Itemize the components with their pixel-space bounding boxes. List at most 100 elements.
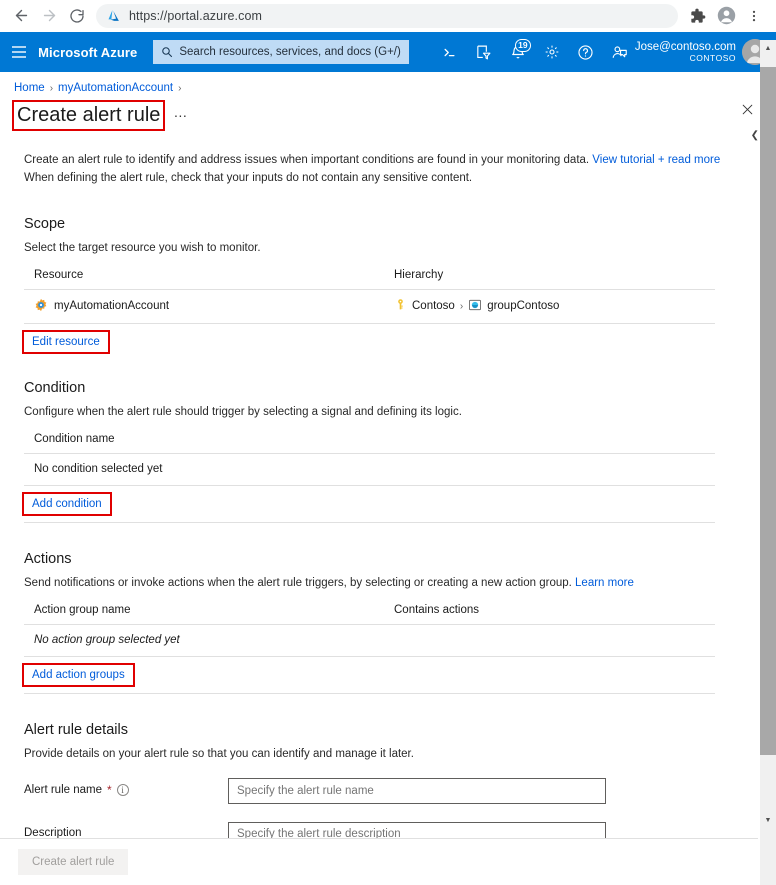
actions-table-header: Action group name Contains actions: [24, 601, 715, 625]
condition-description: Configure when the alert rule should tri…: [24, 405, 462, 418]
hierarchy-separator-icon: ›: [459, 300, 464, 312]
account-org: CONTOSO: [689, 52, 736, 63]
details-description: Provide details on your alert rule so th…: [24, 747, 414, 760]
scope-hierarchy-cell: Contoso › groupContoso: [394, 298, 715, 315]
reload-icon[interactable]: [64, 3, 90, 29]
description-label: Description: [24, 826, 82, 839]
feedback-icon[interactable]: [605, 37, 635, 67]
scope-resource-name: myAutomationAccount: [54, 300, 170, 313]
cloud-shell-icon[interactable]: [435, 37, 465, 67]
back-icon[interactable]: [8, 3, 34, 29]
page-title: Create alert rule: [11, 100, 166, 131]
search-input[interactable]: Search resources, services, and docs (G+…: [153, 40, 409, 64]
breadcrumb-separator-icon-2: ›: [178, 82, 182, 94]
breadcrumb-item-resource[interactable]: myAutomationAccount: [58, 82, 173, 94]
header-icon-group: 19: [435, 37, 635, 67]
alert-rule-name-label-group: Alert rule name * i: [24, 778, 228, 797]
puzzle-piece-icon[interactable]: [686, 4, 710, 28]
search-icon: [161, 46, 173, 58]
table-row: No action group selected yet: [24, 625, 715, 657]
page-scrollbar[interactable]: ▲ ▼: [760, 40, 776, 885]
scrollbar-thumb[interactable]: [760, 67, 776, 755]
view-tutorial-link[interactable]: View tutorial + read more: [592, 154, 720, 166]
learn-more-link[interactable]: Learn more: [575, 577, 634, 589]
azure-brand-label[interactable]: Microsoft Azure: [38, 45, 137, 60]
browser-toolbar: https://portal.azure.com: [0, 0, 776, 32]
scope-col-hierarchy: Hierarchy: [394, 268, 444, 281]
scroll-up-arrow-icon[interactable]: ▲: [760, 40, 776, 57]
scope-description: Select the target resource you wish to m…: [24, 241, 261, 254]
blade-content: Create an alert rule to identify and add…: [0, 152, 752, 885]
scope-tenant-name: Contoso: [412, 300, 455, 313]
actions-description-text: Send notifications or invoke actions whe…: [24, 576, 576, 589]
account-email: Jose@contoso.com: [634, 40, 736, 53]
notification-badge: 19: [514, 39, 531, 52]
info-circle-icon[interactable]: i: [116, 783, 129, 796]
profile-avatar-icon[interactable]: [714, 4, 738, 28]
alert-rule-name-row: Alert rule name * i: [24, 777, 752, 804]
breadcrumb-separator-icon: ›: [49, 82, 54, 94]
azure-top-navigation: Microsoft Azure Search resources, servic…: [0, 32, 776, 72]
key-icon: [394, 298, 407, 314]
chevron-left-icon[interactable]: ❮: [751, 130, 759, 141]
address-bar[interactable]: https://portal.azure.com: [96, 3, 678, 28]
hamburger-menu-icon[interactable]: [8, 37, 30, 67]
condition-table-header: Condition name: [24, 430, 715, 454]
scope-resource-cell: myAutomationAccount: [34, 298, 394, 315]
actions-col-contains: Contains actions: [394, 603, 480, 616]
close-icon[interactable]: [736, 98, 758, 120]
settings-gear-icon[interactable]: [537, 37, 567, 67]
account-info[interactable]: Jose@contoso.com CONTOSO: [635, 39, 776, 65]
browser-actions: [686, 4, 768, 28]
actions-col-group-name: Action group name: [34, 603, 131, 616]
blade-footer: Create alert rule: [0, 838, 758, 885]
breadcrumb: Home › myAutomationAccount ›: [0, 72, 776, 94]
actions-actions-row: Add action groups: [22, 657, 715, 687]
scope-heading: Scope: [24, 215, 66, 232]
more-options-icon[interactable]: …: [173, 104, 188, 127]
help-question-icon[interactable]: [571, 37, 601, 67]
kebab-menu-icon[interactable]: [742, 4, 766, 28]
actions-empty-cell: No action group selected yet: [34, 634, 180, 647]
scope-col-resource: Resource: [34, 268, 84, 281]
actions-description: Send notifications or invoke actions whe…: [24, 577, 752, 589]
edit-resource-link[interactable]: Edit resource: [22, 329, 110, 354]
forward-icon[interactable]: [36, 3, 62, 29]
alert-rule-name-label: Alert rule name: [24, 783, 102, 796]
search-placeholder-text: Search resources, services, and docs (G+…: [179, 46, 401, 58]
table-row: myAutomationAccount Contoso › groupConto…: [24, 290, 715, 324]
create-alert-rule-button[interactable]: Create alert rule: [18, 849, 129, 875]
actions-table: Action group name Contains actions No ac…: [22, 601, 715, 694]
alert-rule-name-input[interactable]: [228, 777, 606, 804]
url-text: https://portal.azure.com: [129, 8, 263, 23]
condition-heading: Condition: [24, 379, 86, 396]
scope-group-name: groupContoso: [487, 300, 560, 313]
create-alert-rule-blade: Home › myAutomationAccount › Create aler…: [0, 72, 776, 885]
scope-table: Resource Hierarchy myAutomationAccount C…: [22, 266, 715, 354]
add-condition-link[interactable]: Add condition: [22, 491, 112, 516]
breadcrumb-item-home[interactable]: Home: [14, 82, 45, 94]
intro-line-2: When defining the alert rule, check that…: [24, 171, 473, 184]
actions-heading: Actions: [24, 550, 72, 567]
table-row: No condition selected yet: [24, 454, 715, 486]
blade-title-row: Create alert rule …: [0, 94, 776, 131]
condition-col-name: Condition name: [34, 432, 115, 445]
condition-table-bottom-divider: [24, 521, 715, 523]
required-indicator: *: [106, 782, 112, 797]
resource-group-icon: [468, 298, 482, 315]
directories-subscriptions-icon[interactable]: [469, 37, 499, 67]
automation-account-icon: [34, 298, 48, 315]
actions-table-bottom-divider: [24, 692, 715, 694]
add-action-groups-link[interactable]: Add action groups: [22, 662, 135, 687]
condition-actions-row: Add condition: [22, 486, 715, 516]
intro-text: Create an alert rule to identify and add…: [24, 152, 724, 188]
condition-table: Condition name No condition selected yet…: [22, 430, 715, 523]
scope-table-header: Resource Hierarchy: [24, 266, 715, 290]
scroll-down-arrow-icon[interactable]: ▼: [760, 812, 776, 829]
azure-logo-icon: [106, 8, 121, 23]
condition-empty-cell: No condition selected yet: [34, 463, 163, 476]
details-heading: Alert rule details: [24, 721, 128, 738]
intro-line-1: Create an alert rule to identify and add…: [24, 154, 593, 166]
notifications-bell-icon[interactable]: 19: [503, 37, 533, 67]
account-text: Jose@contoso.com CONTOSO: [635, 41, 736, 64]
